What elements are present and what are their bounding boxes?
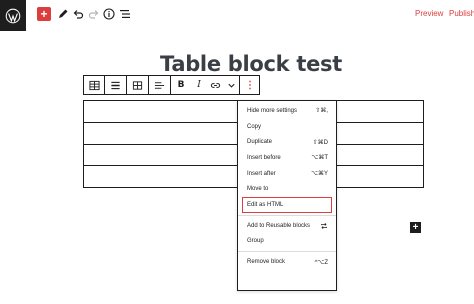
menu-item-label: Add to Reusable blocks: [247, 222, 311, 229]
menu-item-duplicate[interactable]: Duplicate ⇧⌘D: [238, 134, 336, 150]
menu-item-group[interactable]: Group: [238, 234, 336, 250]
link-icon: [210, 82, 220, 88]
chevron-down-icon: [227, 83, 235, 88]
menu-item-shortcut: ⌥⌘Y: [311, 171, 328, 178]
edit-tool-button[interactable]: [56, 6, 70, 22]
details-button[interactable]: [102, 6, 116, 22]
menu-section-reusable: Add to Reusable blocks Group: [238, 216, 336, 253]
menu-item-hide-settings[interactable]: Hide more settings ⇧⌘,: [238, 103, 336, 119]
redo-button[interactable]: [87, 6, 101, 22]
table-edit-icon: [132, 80, 143, 90]
align-left-icon: [154, 81, 165, 89]
more-vertical-icon: ⋮: [245, 79, 255, 91]
menu-item-remove-block[interactable]: Remove block ^⌥Z: [238, 254, 336, 270]
menu-item-label: Edit as HTML: [247, 201, 284, 208]
bold-button[interactable]: B: [171, 76, 191, 94]
table-cell[interactable]: [83, 100, 254, 123]
move-group: [105, 76, 127, 94]
add-block-button[interactable]: +: [37, 7, 51, 21]
menu-item-shortcut: ^⌥Z: [314, 259, 328, 266]
drag-icon: [111, 81, 120, 89]
align-button[interactable]: [149, 76, 170, 94]
alignment-group: [149, 76, 171, 94]
menu-item-insert-after[interactable]: Insert after ⌥⌘Y: [238, 166, 336, 182]
list-view-icon: [120, 10, 130, 18]
menu-item-label: Duplicate: [247, 139, 273, 146]
table-edit-group: [127, 76, 149, 94]
block-options-menu: Hide more settings ⇧⌘, Copy Duplicate ⇧⌘…: [237, 100, 337, 291]
drag-handle[interactable]: [105, 76, 126, 94]
menu-item-shortcut: ⇧⌘D: [312, 139, 328, 146]
block-type-group: [84, 76, 105, 94]
block-inserter-button[interactable]: +: [410, 222, 421, 233]
menu-item-insert-before[interactable]: Insert before ⌥⌘T: [238, 150, 336, 166]
more-options-button[interactable]: ⋮: [240, 76, 260, 94]
block-type-button[interactable]: [84, 76, 104, 94]
menu-item-label: Copy: [247, 123, 262, 130]
menu-item-label: Insert before: [247, 154, 281, 161]
menu-item-label: Remove block: [247, 259, 286, 266]
options-group: ⋮: [240, 76, 260, 94]
wordpress-icon: [5, 8, 21, 23]
pencil-icon: [59, 9, 68, 18]
menu-item-label: Group: [247, 238, 264, 245]
format-group: B I: [171, 76, 240, 94]
link-button[interactable]: [207, 76, 223, 94]
reusable-icon: [321, 222, 327, 229]
wordpress-logo[interactable]: [0, 0, 26, 31]
italic-button[interactable]: I: [191, 76, 207, 94]
menu-item-label: Hide more settings: [247, 107, 298, 114]
redo-icon: [88, 10, 99, 19]
info-icon: [103, 8, 115, 20]
menu-section-tools: Hide more settings ⇧⌘, Copy Duplicate ⇧⌘…: [238, 101, 336, 216]
plus-icon: +: [412, 222, 419, 233]
preview-button[interactable]: Preview: [415, 9, 443, 18]
menu-item-shortcut: ⌥⌘T: [311, 155, 328, 162]
table-icon: [88, 80, 100, 90]
table-cell[interactable]: [83, 143, 254, 167]
undo-icon: [73, 10, 84, 19]
list-view-button[interactable]: [118, 6, 132, 22]
menu-item-edit-as-html[interactable]: Edit as HTML: [242, 197, 332, 213]
menu-item-label: Insert after: [247, 170, 276, 177]
post-title[interactable]: Table block test: [160, 52, 350, 76]
more-formats-button[interactable]: [223, 76, 239, 94]
block-toolbar: B I ⋮: [83, 75, 260, 95]
menu-item-add-reusable[interactable]: Add to Reusable blocks: [238, 218, 336, 234]
bold-icon: B: [177, 80, 185, 90]
plus-icon: +: [40, 7, 48, 21]
italic-icon: I: [197, 80, 201, 90]
undo-button[interactable]: [71, 6, 85, 22]
menu-section-remove: Remove block ^⌥Z: [238, 252, 336, 272]
edit-table-button[interactable]: [127, 76, 148, 94]
editor-header: + Preview Publish: [0, 0, 474, 31]
table-cell[interactable]: [83, 165, 254, 188]
table-cell[interactable]: [83, 121, 254, 145]
menu-item-copy[interactable]: Copy: [238, 119, 336, 135]
publish-button[interactable]: Publish: [449, 9, 474, 18]
menu-item-label: Move to: [247, 186, 269, 193]
menu-item-move-to[interactable]: Move to: [238, 181, 336, 197]
menu-item-shortcut: ⇧⌘,: [315, 108, 328, 115]
